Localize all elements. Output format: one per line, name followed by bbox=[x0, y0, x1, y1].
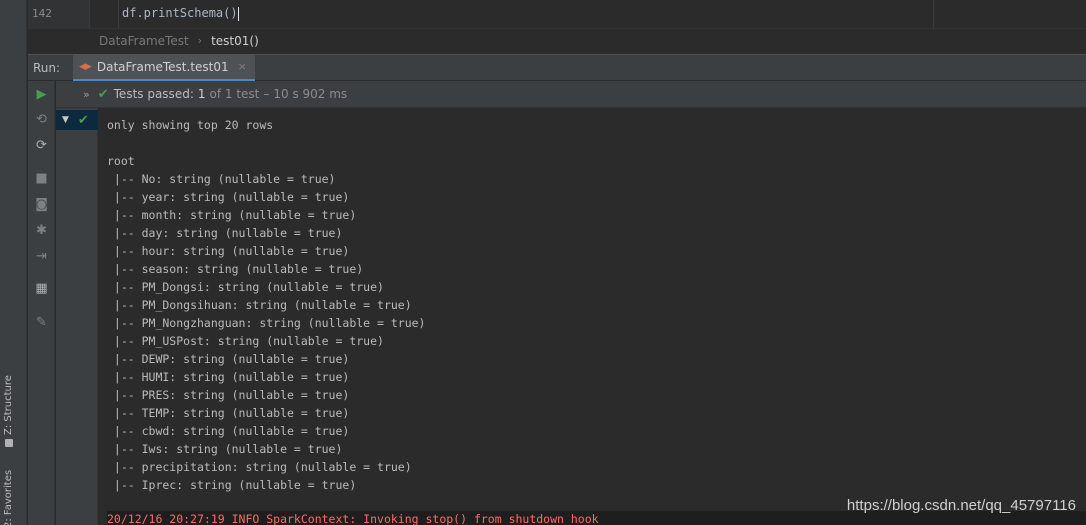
play-icon[interactable]: ▶ bbox=[33, 86, 50, 103]
console-line: |-- year: string (nullable = true) bbox=[107, 190, 350, 204]
console-line: |-- PRES: string (nullable = true) bbox=[107, 388, 350, 402]
console-line: |-- Iprec: string (nullable = true) bbox=[107, 478, 357, 492]
console-line: |-- PM_Nongzhanguan: string (nullable = … bbox=[107, 316, 426, 330]
console-line: |-- PM_Dongsihuan: string (nullable = tr… bbox=[107, 298, 412, 312]
structure-label: Z: Structure bbox=[3, 375, 14, 435]
console-line: only showing top 20 rows bbox=[107, 118, 274, 132]
collapse-arrow-icon[interactable]: ▼ bbox=[62, 115, 69, 125]
console-error-line: 20/12/16 20:27:19 INFO SparkContext: Inv… bbox=[107, 512, 599, 525]
structure-tool-button[interactable]: Z: Structure bbox=[3, 375, 14, 447]
favorites-label: 2: Favorites bbox=[3, 469, 14, 525]
breadcrumb: DataFrameTest › test01() bbox=[28, 28, 1086, 52]
code-text[interactable]: df.printSchema() bbox=[122, 6, 239, 21]
right-margin-guide bbox=[933, 0, 934, 28]
pin-icon[interactable]: ✎ bbox=[33, 314, 50, 331]
camera-icon[interactable]: ◙ bbox=[33, 196, 50, 213]
console-line: |-- month: string (nullable = true) bbox=[107, 208, 357, 222]
breadcrumb-separator: › bbox=[197, 34, 203, 47]
status-separator: – bbox=[263, 87, 270, 101]
indent-guide bbox=[118, 0, 119, 28]
check-icon: ✔ bbox=[77, 112, 89, 128]
close-tab-icon[interactable]: × bbox=[238, 60, 247, 73]
console-line: |-- precipitation: string (nullable = tr… bbox=[107, 460, 412, 474]
stop-icon[interactable]: ■ bbox=[33, 170, 50, 187]
check-icon: ✔ bbox=[97, 86, 109, 102]
breadcrumb-class[interactable]: DataFrameTest bbox=[99, 34, 189, 48]
console-line: |-- TEMP: string (nullable = true) bbox=[107, 406, 350, 420]
exit-icon[interactable]: ⇥ bbox=[33, 248, 50, 265]
expand-chevron-icon[interactable]: » bbox=[83, 88, 90, 101]
test-tree: ▼ ✔ bbox=[56, 108, 98, 525]
test-run-icon: ◀▶ bbox=[79, 61, 92, 72]
console-line: root bbox=[107, 154, 135, 168]
console-line: |-- PM_Dongsi: string (nullable = true) bbox=[107, 280, 384, 294]
breadcrumb-method[interactable]: test01() bbox=[211, 34, 259, 48]
test-duration: 10 s 902 ms bbox=[273, 87, 348, 101]
rerun-failed-icon[interactable]: ⟲ bbox=[33, 111, 50, 128]
console-line: |-- DEWP: string (nullable = true) bbox=[107, 352, 350, 366]
editor-gutter: 142 bbox=[28, 0, 90, 28]
text-caret bbox=[237, 6, 239, 21]
console-line: |-- day: string (nullable = true) bbox=[107, 226, 343, 240]
console-line: |-- hour: string (nullable = true) bbox=[107, 244, 350, 258]
auto-test-icon[interactable]: ⟳ bbox=[33, 137, 50, 154]
structure-icon bbox=[4, 439, 13, 447]
console-line: |-- Iws: string (nullable = true) bbox=[107, 442, 343, 456]
console-output[interactable]: only showing top 20 rows root |-- No: str… bbox=[99, 108, 1086, 525]
watermark: https://blog.csdn.net/qq_45797116 bbox=[846, 497, 1076, 514]
run-label: Run: bbox=[33, 60, 61, 75]
run-tool-window-header: Run: ◀▶ DataFrameTest.test01 × bbox=[28, 54, 1086, 81]
console-line: |-- HUMI: string (nullable = true) bbox=[107, 370, 350, 384]
console-line: |-- cbwd: string (nullable = true) bbox=[107, 424, 350, 438]
tests-total: of 1 test bbox=[209, 87, 260, 101]
console-line: |-- No: string (nullable = true) bbox=[107, 172, 336, 186]
console-line: |-- PM_USPost: string (nullable = true) bbox=[107, 334, 384, 348]
run-tab[interactable]: ◀▶ DataFrameTest.test01 × bbox=[73, 54, 255, 81]
editor-line[interactable]: 142 df.printSchema() bbox=[28, 0, 1086, 28]
run-tab-label: DataFrameTest.test01 bbox=[96, 59, 229, 74]
console-line: |-- season: string (nullable = true) bbox=[107, 262, 364, 276]
tests-passed-label: Tests passed: bbox=[113, 87, 194, 101]
test-status-bar: » ✔ Tests passed: 1 of 1 test – 10 s 902… bbox=[56, 81, 1086, 108]
run-toolbar: ▶ ⟲ ⟳ ■ ◙ ✱ ⇥ ▦ ✎ bbox=[28, 81, 55, 525]
line-number: 142 bbox=[32, 7, 52, 20]
favorites-tool-button[interactable]: 2: Favorites bbox=[3, 470, 14, 525]
left-tool-stripe: Z: Structure 2: Favorites bbox=[0, 0, 27, 525]
tests-passed-count: 1 bbox=[197, 87, 206, 101]
bug-icon[interactable]: ✱ bbox=[33, 222, 50, 239]
layout-icon[interactable]: ▦ bbox=[33, 280, 50, 297]
test-tree-root-row[interactable]: ▼ ✔ bbox=[56, 110, 98, 130]
